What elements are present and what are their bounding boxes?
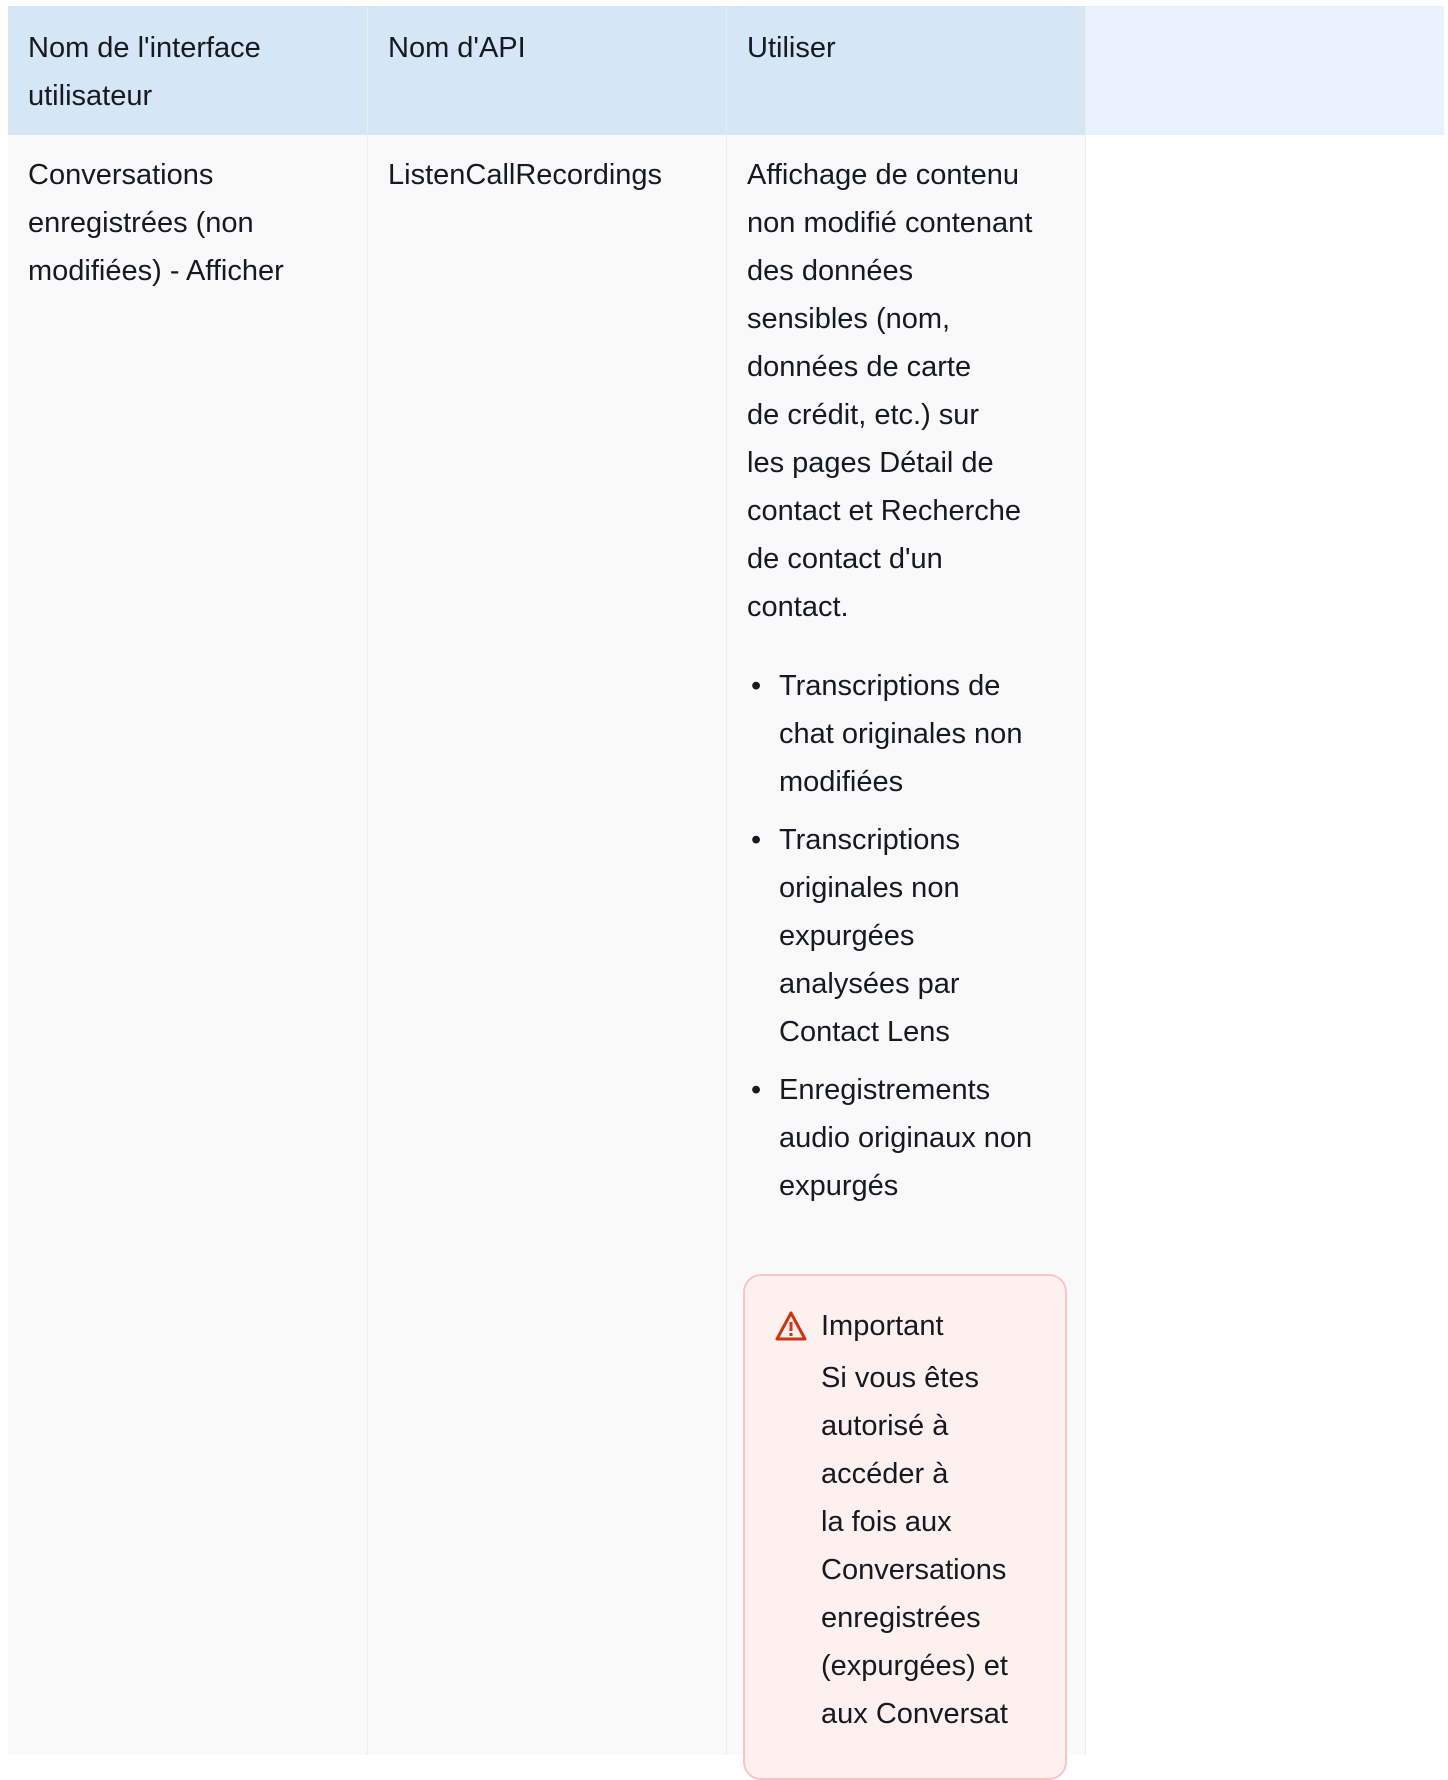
cell-usage: Affichage de contenu non modifié contena…: [726, 135, 1085, 1780]
header-ui-name: Nom de l'interface utilisateur: [8, 6, 367, 135]
cell-empty: [1085, 135, 1444, 1755]
usage-description: Affichage de contenu non modifié contena…: [747, 159, 1033, 623]
table-row: Conversations enregistrées (non modifiée…: [8, 135, 1444, 1780]
list-item-text: Transcriptions originales non expurgées …: [779, 824, 961, 1048]
header-api-name: Nom d'API: [367, 6, 726, 135]
bullet-icon: •: [751, 824, 762, 856]
list-item: • Enregistrements audio originaux non ex…: [747, 1066, 1065, 1210]
cell-ui-name: Conversations enregistrées (non modifiée…: [8, 135, 367, 1755]
header-empty: [1085, 6, 1444, 135]
list-item-text: Transcriptions de chat originales non mo…: [779, 670, 1023, 798]
usage-bullet-list: • Transcriptions de chat originales non …: [747, 662, 1065, 1210]
alert-header: Important: [775, 1302, 1065, 1350]
alert-text: Si vous êtes autorisé à accéder à la foi…: [821, 1362, 1008, 1730]
warning-icon: [775, 1311, 807, 1341]
list-item-text: Enregistrements audio originaux non expu…: [779, 1074, 1033, 1202]
bullet-icon: •: [751, 670, 762, 702]
list-item: • Transcriptions de chat originales non …: [747, 662, 1065, 806]
cell-api-name: ListenCallRecordings: [367, 135, 726, 1755]
header-usage: Utiliser: [726, 6, 1085, 135]
alert-title: Important: [821, 1310, 944, 1342]
table-header-row: Nom de l'interface utilisateur Nom d'API…: [8, 6, 1444, 135]
list-item: • Transcriptions originales non expurgée…: [747, 816, 1065, 1056]
permissions-table: Nom de l'interface utilisateur Nom d'API…: [8, 6, 1444, 1780]
important-alert: Important Si vous êtes autorisé à accéde…: [743, 1274, 1067, 1780]
bullet-icon: •: [751, 1074, 762, 1106]
